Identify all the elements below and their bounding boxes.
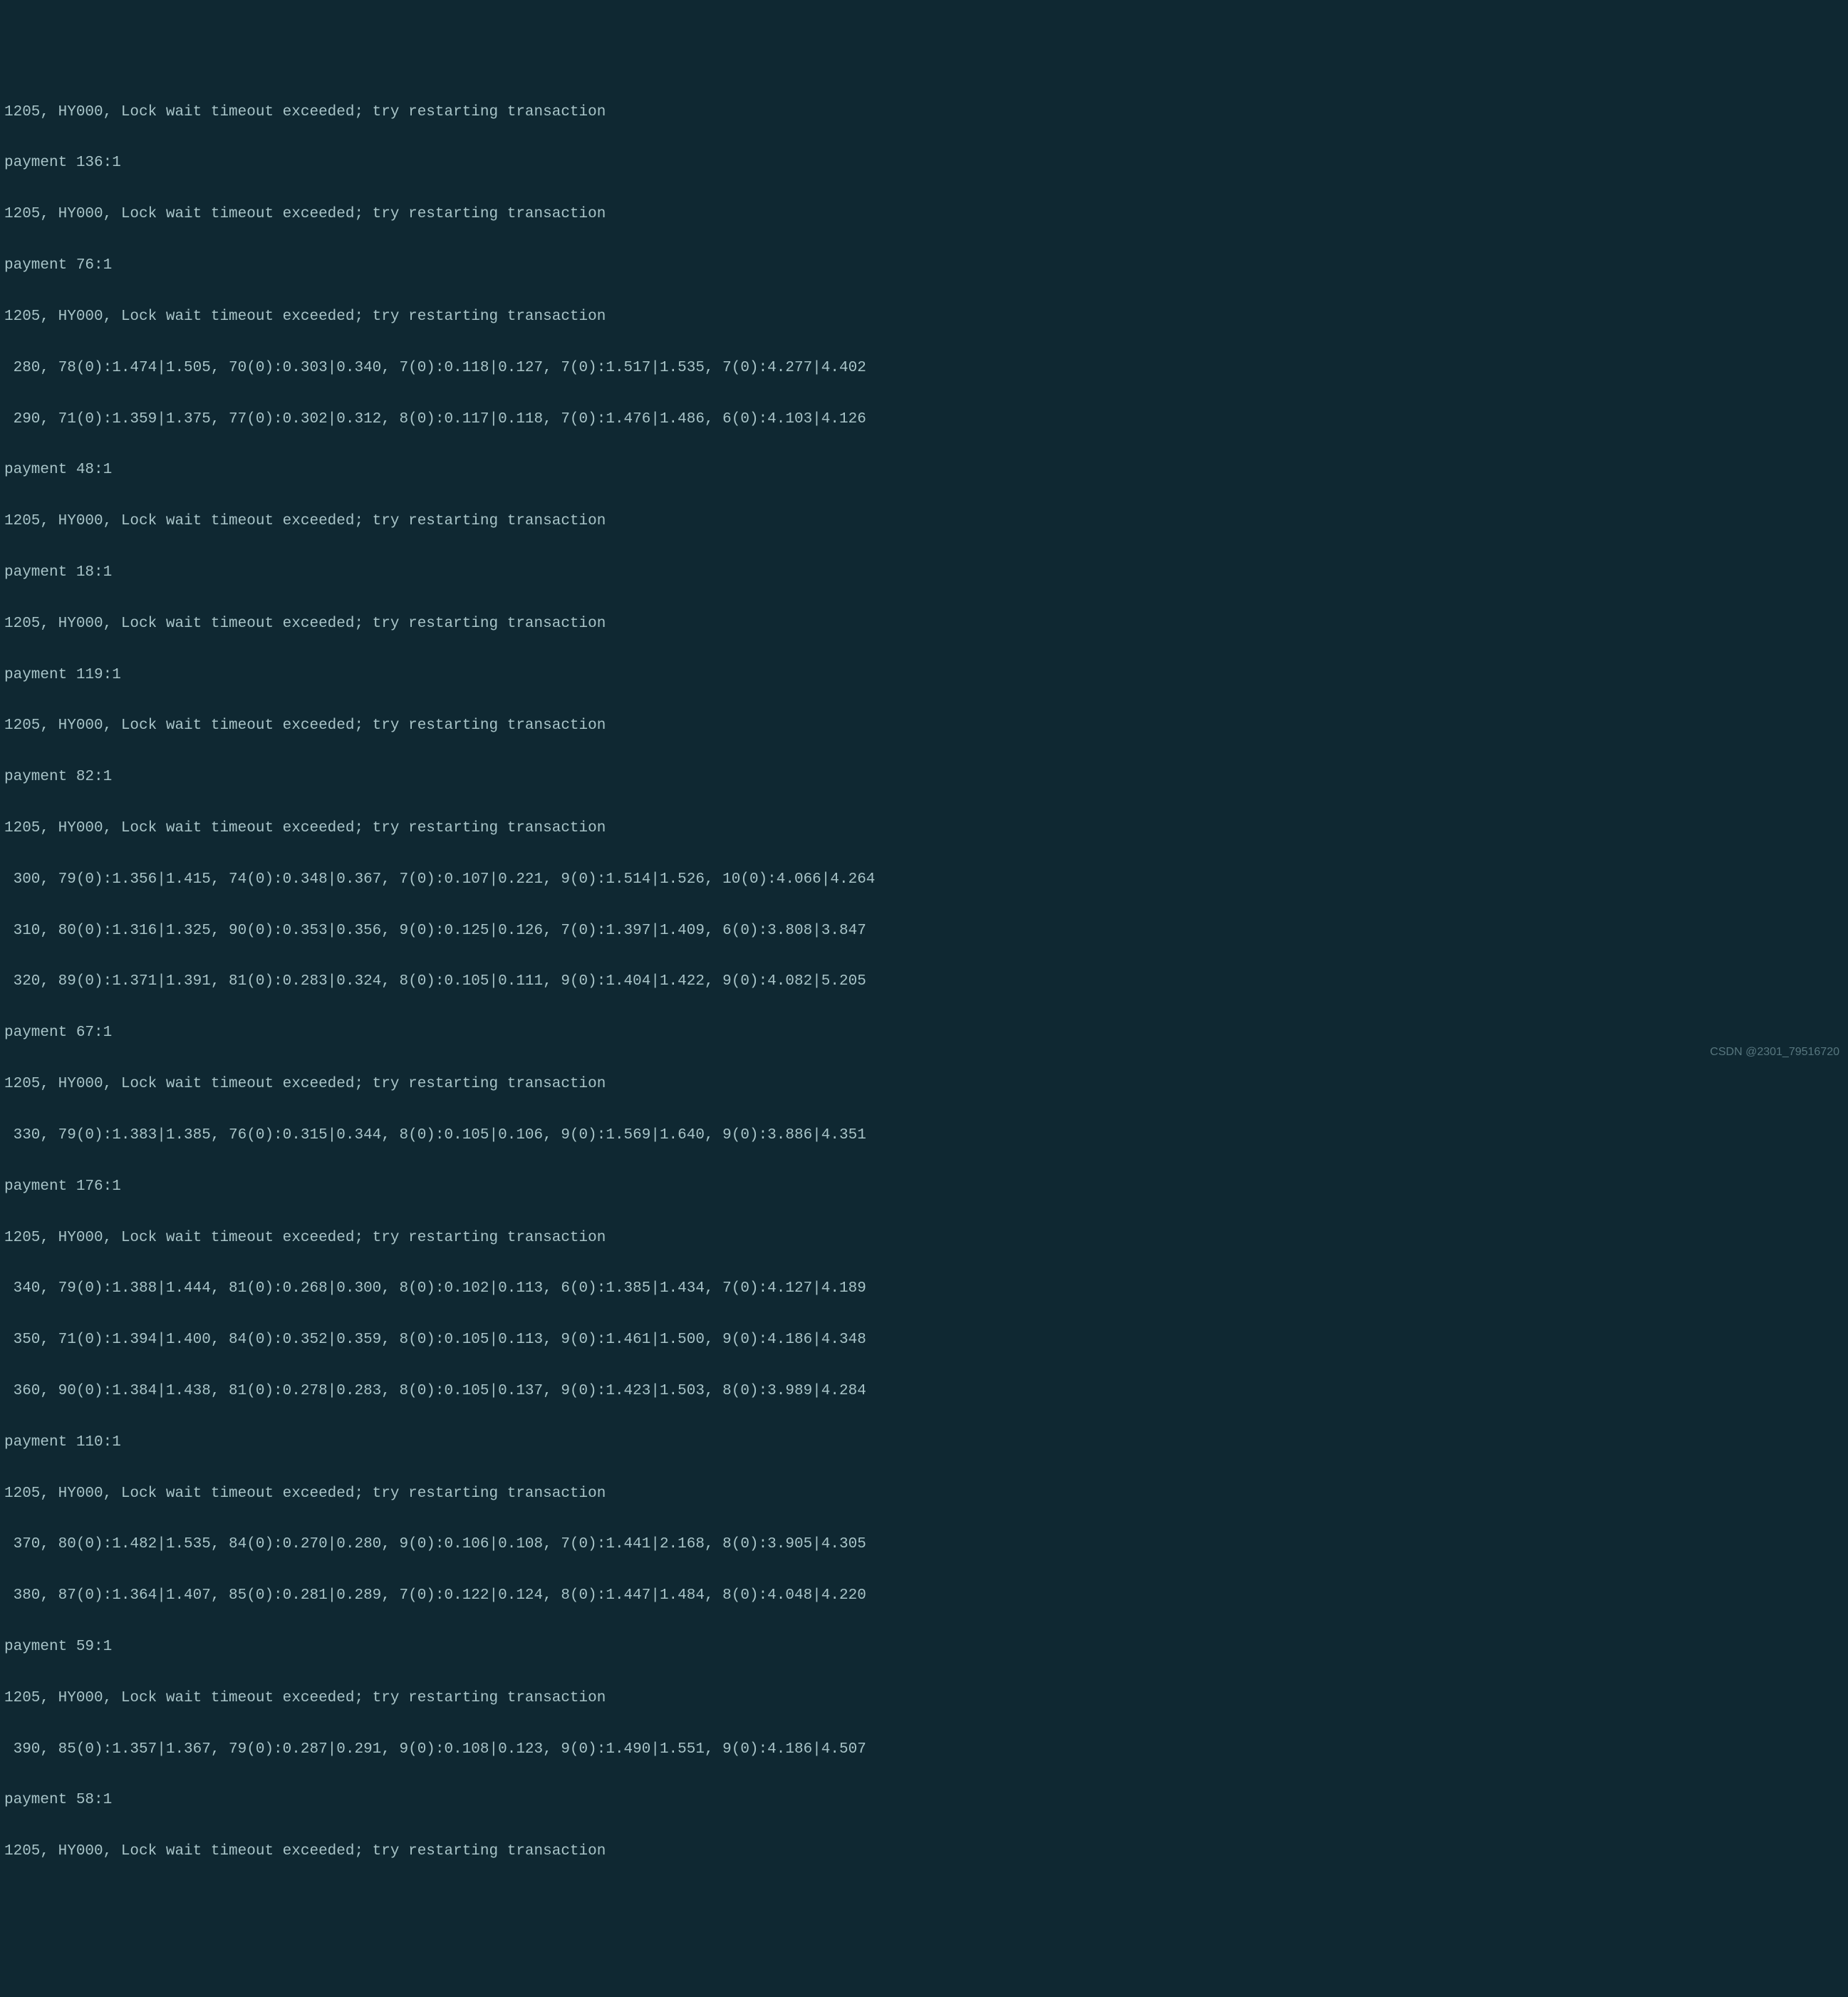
log-line: 1205, HY000, Lock wait timeout exceeded;… — [4, 206, 1844, 223]
log-line: 1205, HY000, Lock wait timeout exceeded;… — [4, 1843, 1844, 1860]
log-line: 1205, HY000, Lock wait timeout exceeded;… — [4, 717, 1844, 735]
log-line: 1205, HY000, Lock wait timeout exceeded;… — [4, 308, 1844, 326]
log-line: payment 58:1 — [4, 1792, 1844, 1809]
terminal-output: 1205, HY000, Lock wait timeout exceeded;… — [4, 70, 1844, 1877]
log-line: 300, 79(0):1.356|1.415, 74(0):0.348|0.36… — [4, 871, 1844, 888]
log-line: 340, 79(0):1.388|1.444, 81(0):0.268|0.30… — [4, 1280, 1844, 1297]
log-line: payment 67:1 — [4, 1025, 1844, 1042]
log-line: payment 82:1 — [4, 769, 1844, 786]
log-line: 360, 90(0):1.384|1.438, 81(0):0.278|0.28… — [4, 1383, 1844, 1400]
log-line: 1205, HY000, Lock wait timeout exceeded;… — [4, 513, 1844, 530]
log-line: 380, 87(0):1.364|1.407, 85(0):0.281|0.28… — [4, 1587, 1844, 1604]
log-line: 1205, HY000, Lock wait timeout exceeded;… — [4, 820, 1844, 837]
log-line: 330, 79(0):1.383|1.385, 76(0):0.315|0.34… — [4, 1127, 1844, 1144]
log-line: 1205, HY000, Lock wait timeout exceeded;… — [4, 1690, 1844, 1707]
log-line: 310, 80(0):1.316|1.325, 90(0):0.353|0.35… — [4, 923, 1844, 940]
log-line: 290, 71(0):1.359|1.375, 77(0):0.302|0.31… — [4, 411, 1844, 428]
log-line: 390, 85(0):1.357|1.367, 79(0):0.287|0.29… — [4, 1741, 1844, 1758]
log-line: payment 136:1 — [4, 155, 1844, 172]
log-line: 1205, HY000, Lock wait timeout exceeded;… — [4, 1485, 1844, 1503]
log-line: payment 176:1 — [4, 1178, 1844, 1195]
log-line: 1205, HY000, Lock wait timeout exceeded;… — [4, 616, 1844, 633]
log-line: 1205, HY000, Lock wait timeout exceeded;… — [4, 1076, 1844, 1093]
log-line: payment 48:1 — [4, 462, 1844, 479]
log-line: 320, 89(0):1.371|1.391, 81(0):0.283|0.32… — [4, 973, 1844, 990]
log-line: 280, 78(0):1.474|1.505, 70(0):0.303|0.34… — [4, 360, 1844, 377]
log-line: 1205, HY000, Lock wait timeout exceeded;… — [4, 104, 1844, 121]
watermark-text: CSDN @2301_79516720 — [1710, 1046, 1839, 1059]
log-line: payment 119:1 — [4, 667, 1844, 684]
log-line: payment 76:1 — [4, 257, 1844, 274]
log-line: payment 18:1 — [4, 564, 1844, 581]
log-line: payment 59:1 — [4, 1639, 1844, 1656]
log-line: 370, 80(0):1.482|1.535, 84(0):0.270|0.28… — [4, 1536, 1844, 1553]
log-line: 1205, HY000, Lock wait timeout exceeded;… — [4, 1230, 1844, 1247]
log-line: payment 110:1 — [4, 1434, 1844, 1451]
log-line: 350, 71(0):1.394|1.400, 84(0):0.352|0.35… — [4, 1332, 1844, 1349]
